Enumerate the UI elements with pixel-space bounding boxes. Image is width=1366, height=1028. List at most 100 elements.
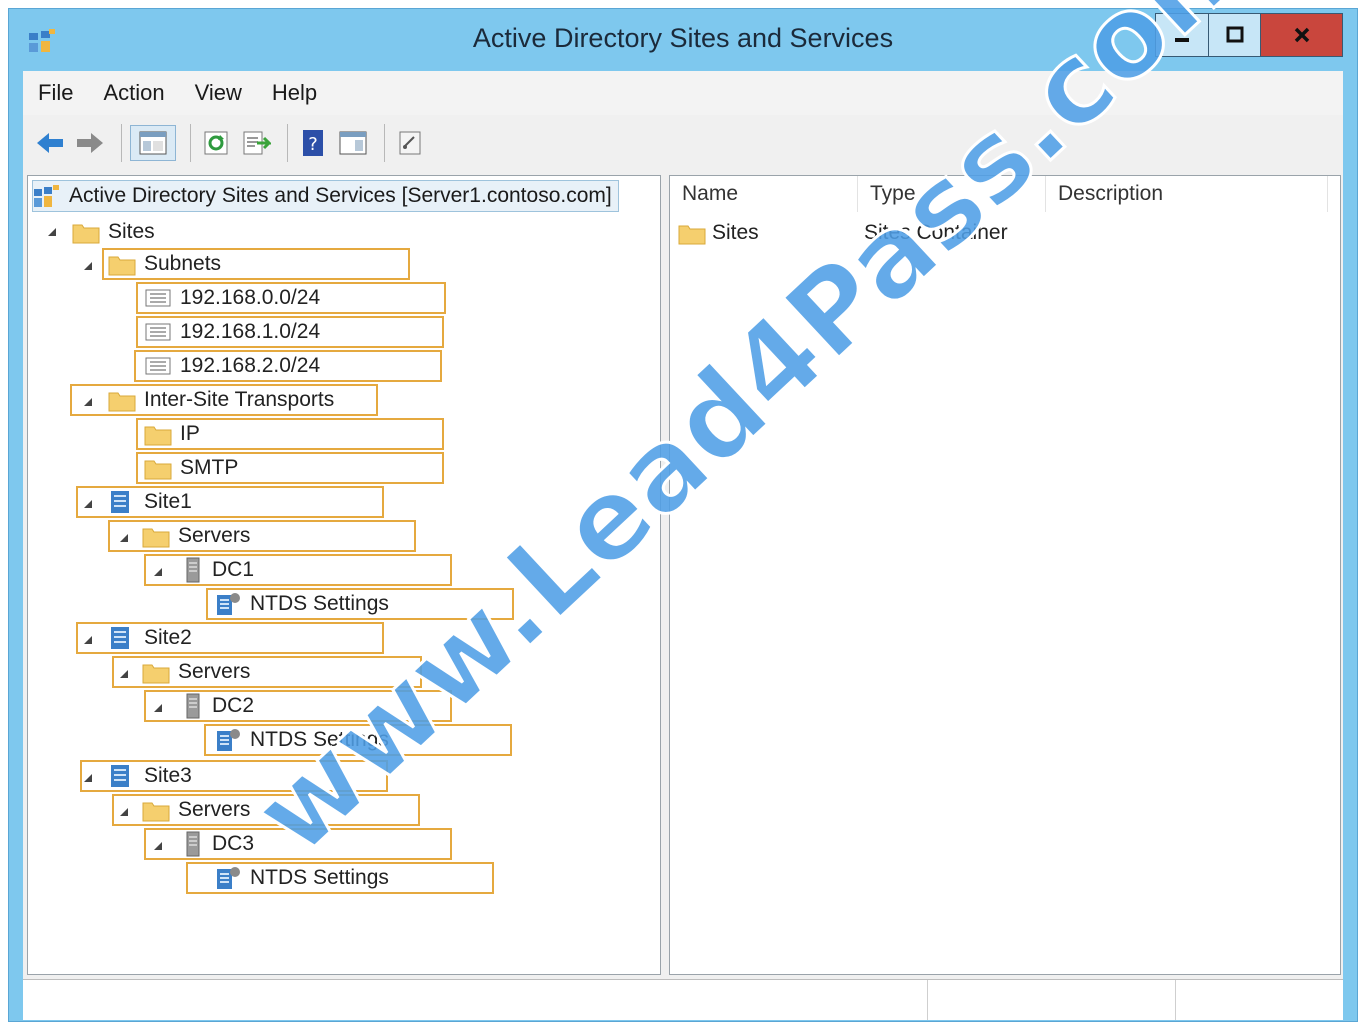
expand-arrow-icon[interactable] [84, 398, 92, 406]
tree-node-dc3[interactable]: DC3 [182, 828, 254, 860]
app-window: Active Directory Sites and Services File… [8, 8, 1358, 1022]
details-pane: Name Type Description Sites Sites Contai… [669, 175, 1341, 975]
export-list-button[interactable] [239, 125, 273, 161]
close-button[interactable] [1260, 14, 1342, 56]
expand-arrow-icon[interactable] [154, 704, 162, 712]
expand-arrow-icon[interactable] [84, 262, 92, 270]
folder-icon [108, 256, 136, 276]
tree-node-transport-smtp[interactable]: SMTP [144, 452, 238, 484]
server-icon [186, 831, 200, 857]
action-pane-icon [339, 131, 367, 155]
server-icon [186, 693, 200, 719]
menu-help[interactable]: Help [257, 80, 332, 106]
toolbar-separator [190, 124, 191, 162]
tree-node-inter-site-transports[interactable]: Inter-Site Transports [108, 384, 334, 416]
export-list-icon [243, 131, 271, 155]
tree-node-ntds-settings[interactable]: NTDS Settings [214, 724, 389, 756]
subnet-icon [145, 357, 171, 375]
folder-icon [678, 225, 706, 245]
refresh-button[interactable] [199, 125, 233, 161]
properties-icon [399, 131, 421, 155]
expand-arrow-icon[interactable] [154, 842, 162, 850]
list-item-name: Sites [712, 221, 759, 244]
tree-node-dc1[interactable]: DC1 [182, 554, 254, 586]
column-header-type[interactable]: Type [858, 176, 1046, 212]
tree-node-subnet[interactable]: 192.168.2.0/24 [144, 350, 320, 382]
expand-arrow-icon[interactable] [120, 670, 128, 678]
tree-node-ntds-settings[interactable]: NTDS Settings [214, 588, 389, 620]
tree-node-transport-ip[interactable]: IP [144, 418, 200, 450]
folder-icon [108, 392, 136, 412]
ad-sites-icon [34, 185, 59, 207]
toolbar-separator [384, 124, 385, 162]
menu-file[interactable]: File [23, 80, 88, 106]
folder-icon [144, 460, 172, 480]
forward-button[interactable] [73, 125, 107, 161]
folder-icon [142, 528, 170, 548]
tree-node-ntds-settings[interactable]: NTDS Settings [214, 862, 389, 894]
show-action-pane-button[interactable] [336, 125, 370, 161]
back-arrow-icon [37, 133, 63, 153]
tree-node-sites[interactable]: Sites [72, 216, 155, 248]
tree-node-subnets[interactable]: Subnets [108, 248, 221, 280]
subnet-icon [145, 289, 171, 307]
ntds-settings-icon [217, 729, 240, 751]
status-divider [927, 980, 928, 1020]
site-icon [111, 627, 129, 649]
toolbar-separator [287, 124, 288, 162]
list-item-type: Sites Container [864, 221, 1008, 244]
maximize-button[interactable] [1208, 14, 1260, 56]
expand-arrow-icon[interactable] [84, 774, 92, 782]
folder-icon [142, 664, 170, 684]
tree-node-servers[interactable]: Servers [142, 794, 250, 826]
tree-node-subnet[interactable]: 192.168.1.0/24 [144, 316, 320, 348]
site-icon [111, 491, 129, 513]
server-icon [186, 557, 200, 583]
tree-node-dc2[interactable]: DC2 [182, 690, 254, 722]
tree-root[interactable]: Active Directory Sites and Services [Ser… [32, 180, 619, 212]
status-divider [1175, 980, 1176, 1020]
console-tree: Active Directory Sites and Services [Ser… [27, 175, 661, 975]
refresh-icon [204, 131, 228, 155]
client-area: File Action View Help ? Active Directory… [23, 71, 1343, 1020]
expand-arrow-icon[interactable] [154, 568, 162, 576]
expand-arrow-icon[interactable] [120, 808, 128, 816]
folder-icon [144, 426, 172, 446]
help-icon: ? [303, 130, 323, 156]
tree-node-site1[interactable]: Site1 [108, 486, 192, 518]
menu-action[interactable]: Action [88, 80, 179, 106]
column-header-description[interactable]: Description [1046, 176, 1328, 212]
menu-bar: File Action View Help [23, 71, 1343, 115]
expand-arrow-icon[interactable] [84, 636, 92, 644]
minimize-button[interactable] [1156, 14, 1208, 56]
properties-button[interactable] [393, 125, 427, 161]
show-console-tree-button[interactable] [130, 125, 176, 161]
menu-view[interactable]: View [180, 80, 257, 106]
expand-arrow-icon[interactable] [84, 500, 92, 508]
tree-node-servers[interactable]: Servers [142, 656, 250, 688]
maximize-icon [1226, 26, 1243, 43]
list-item[interactable]: Sites Sites Container [678, 216, 1052, 250]
title-bar[interactable]: Active Directory Sites and Services [9, 9, 1357, 73]
tree-node-servers[interactable]: Servers [142, 520, 250, 552]
column-header-name[interactable]: Name [670, 176, 858, 212]
tree-node-site3[interactable]: Site3 [108, 760, 192, 792]
tree-node-subnet[interactable]: 192.168.0.0/24 [144, 282, 320, 314]
tree-node-site2[interactable]: Site2 [108, 622, 192, 654]
folder-icon [72, 224, 100, 244]
tree-root-label: Active Directory Sites and Services [Ser… [69, 184, 612, 207]
ntds-settings-icon [217, 867, 240, 889]
back-button[interactable] [33, 125, 67, 161]
expand-arrow-icon[interactable] [48, 228, 56, 236]
help-button[interactable]: ? [296, 125, 330, 161]
expand-arrow-icon[interactable] [120, 534, 128, 542]
site-icon [111, 765, 129, 787]
toolbar: ? [23, 115, 1343, 171]
status-bar [23, 979, 1343, 1020]
forward-arrow-icon [77, 133, 103, 153]
minimize-icon [1175, 38, 1189, 42]
close-icon [1294, 27, 1309, 43]
ntds-settings-icon [217, 593, 240, 615]
folder-icon [142, 802, 170, 822]
subnet-icon [145, 323, 171, 341]
